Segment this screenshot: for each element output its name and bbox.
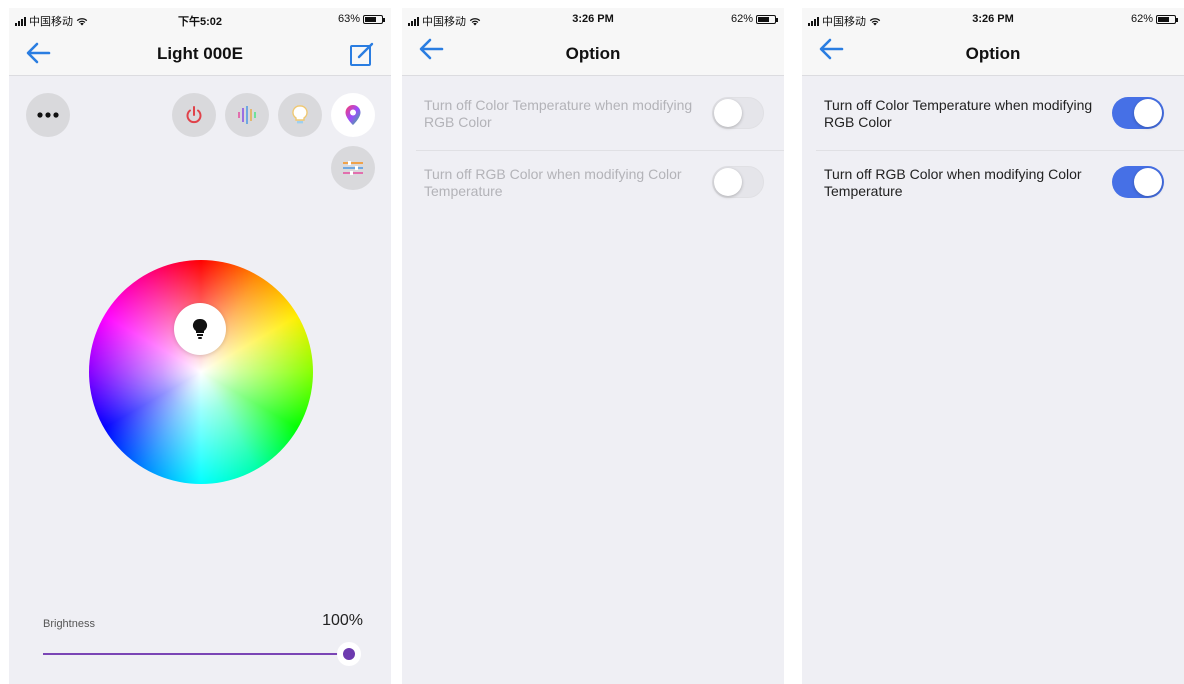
sliders-icon <box>343 161 363 175</box>
battery-icon <box>363 14 385 24</box>
bulb-color-icon <box>292 105 308 124</box>
brightness-slider-handle[interactable] <box>337 642 361 666</box>
battery-icon <box>756 14 778 24</box>
page-title: Option <box>965 44 1021 63</box>
nav-bar: Option <box>802 30 1184 76</box>
option-row-color-temp: Turn off Color Temperature when modifyin… <box>416 86 770 150</box>
color-wheel[interactable] <box>89 260 313 484</box>
option-row-color-temp: Turn off Color Temperature when modifyin… <box>816 86 1170 150</box>
battery-percent: 62% <box>1130 13 1153 25</box>
music-mode-button[interactable] <box>225 93 269 137</box>
divider <box>416 150 784 151</box>
color-pin-icon <box>345 105 361 125</box>
status-time: 3:26 PM <box>972 13 1014 25</box>
status-bar: 中国移动 下午5:02 63% <box>9 8 391 30</box>
page-title: Option <box>565 44 621 63</box>
option-row-rgb: Turn off RGB Color when modifying Color … <box>416 155 770 219</box>
battery-percent: 63% <box>337 13 360 25</box>
option-label: Turn off Color Temperature when modifyin… <box>824 97 1093 130</box>
option-label: Turn off RGB Color when modifying Color … <box>824 166 1082 199</box>
adjust-button[interactable] <box>331 146 375 190</box>
scene-mode-button[interactable] <box>278 93 322 137</box>
status-bar: 中国移动 3:26 PM 62% <box>802 8 1184 30</box>
brightness-slider-track[interactable] <box>43 653 348 655</box>
power-icon <box>186 106 202 124</box>
power-button[interactable] <box>172 93 216 137</box>
status-bar: 中国移动 3:26 PM 62% <box>402 8 784 30</box>
brightness-value: 100% <box>322 612 363 629</box>
sound-wave-icon <box>238 106 256 124</box>
color-temp-toggle[interactable] <box>712 97 764 129</box>
option-screen-on: 中国移动 3:26 PM 62% Option Turn off Color T… <box>802 8 1184 684</box>
option-row-rgb: Turn off RGB Color when modifying Color … <box>816 155 1170 219</box>
color-temp-toggle[interactable] <box>1112 97 1164 129</box>
light-control-screen: 中国移动 下午5:02 63% Light 000E Brightness 10 <box>9 8 391 684</box>
nav-bar: Option <box>402 30 784 76</box>
nav-bar: Light 000E <box>9 30 391 76</box>
option-screen-off: 中国移动 3:26 PM 62% Option Turn off Color T… <box>402 8 784 684</box>
battery-percent: 62% <box>730 13 753 25</box>
option-label: Turn off RGB Color when modifying Color … <box>424 166 682 199</box>
rgb-toggle[interactable] <box>1112 166 1164 198</box>
page-title: Light 000E <box>157 44 243 63</box>
more-dots-icon <box>37 112 59 118</box>
color-picker-knob[interactable] <box>174 303 226 355</box>
brightness-label: Brightness <box>43 618 95 630</box>
option-label: Turn off Color Temperature when modifyin… <box>424 97 693 130</box>
battery-icon <box>1156 14 1178 24</box>
edit-icon[interactable] <box>347 40 377 68</box>
status-time: 下午5:02 <box>177 16 223 28</box>
divider <box>816 150 1184 151</box>
more-button[interactable] <box>26 93 70 137</box>
bulb-icon <box>192 318 208 339</box>
status-time: 3:26 PM <box>572 13 614 25</box>
rgb-toggle[interactable] <box>712 166 764 198</box>
color-mode-button[interactable] <box>331 93 375 137</box>
